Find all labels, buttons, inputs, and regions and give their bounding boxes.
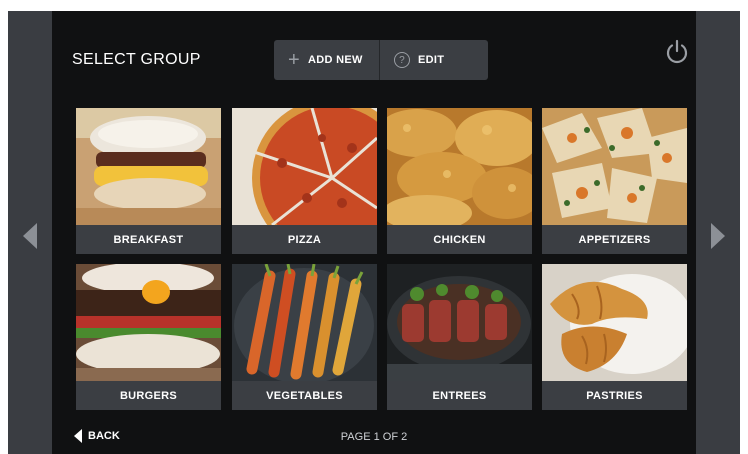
app-screen: SELECT GROUP + ADD NEW ? EDIT BREAKFAST … [8, 11, 740, 454]
group-tile-appetizers[interactable]: APPETIZERS [542, 108, 687, 254]
burgers-photo-icon [76, 264, 221, 381]
group-tile-breakfast[interactable]: BREAKFAST [76, 108, 221, 254]
page-indicator: PAGE 1 OF 2 [340, 431, 408, 443]
group-label: CHICKEN [387, 225, 532, 254]
pastries-photo-icon [542, 264, 687, 381]
group-label: VEGETABLES [232, 381, 377, 410]
plus-icon: + [288, 49, 300, 71]
group-tile-pastries[interactable]: PASTRIES [542, 264, 687, 410]
edit-button[interactable]: ? EDIT [380, 40, 488, 80]
page-title: SELECT GROUP [72, 51, 201, 68]
group-label: BREAKFAST [76, 225, 221, 254]
edit-label: EDIT [418, 54, 445, 66]
power-icon[interactable] [664, 39, 690, 65]
group-tile-pizza[interactable]: PIZZA [232, 108, 377, 254]
question-circle-icon: ? [394, 52, 410, 68]
next-page-panel[interactable] [696, 11, 740, 454]
breakfast-photo-icon [76, 108, 221, 225]
group-tile-burgers[interactable]: BURGERS [76, 264, 221, 410]
group-tile-entrees[interactable]: ENTREES [387, 264, 532, 410]
group-label: BURGERS [76, 381, 221, 410]
chicken-photo-icon [387, 108, 532, 225]
group-tile-vegetables[interactable]: VEGETABLES [232, 264, 377, 410]
group-label: PASTRIES [542, 381, 687, 410]
group-label: PIZZA [232, 225, 377, 254]
add-new-button[interactable]: + ADD NEW [274, 40, 380, 80]
toolbar: + ADD NEW ? EDIT [274, 40, 488, 80]
entrees-photo-icon [387, 264, 532, 381]
group-tile-chicken[interactable]: CHICKEN [387, 108, 532, 254]
add-new-label: ADD NEW [307, 54, 363, 66]
appetizers-photo-icon [542, 108, 687, 225]
vegetables-photo-icon [232, 264, 377, 381]
group-label: APPETIZERS [542, 225, 687, 254]
next-page-arrow-icon[interactable] [711, 223, 725, 249]
prev-page-panel[interactable] [8, 11, 52, 454]
prev-page-arrow-icon[interactable] [23, 223, 37, 249]
pizza-photo-icon [232, 108, 377, 225]
group-label: ENTREES [387, 381, 532, 410]
